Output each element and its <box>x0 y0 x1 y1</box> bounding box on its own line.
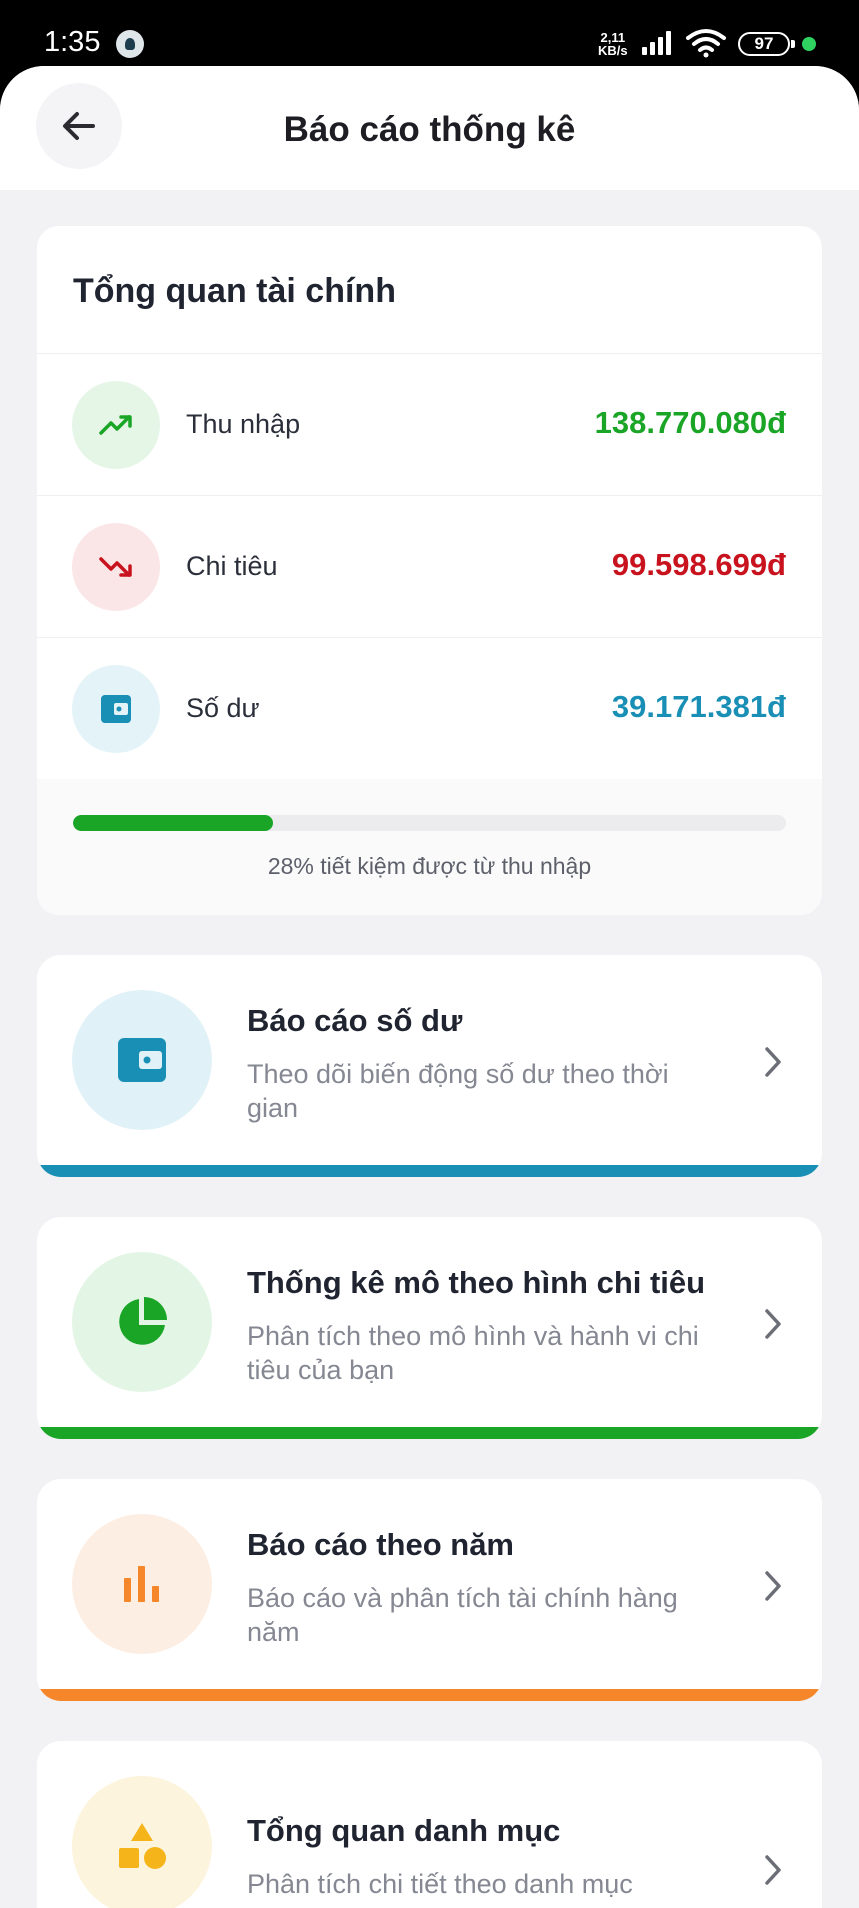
income-value: 138.770.080đ <box>594 405 786 440</box>
wifi-icon <box>686 29 726 58</box>
notification-app-icon <box>116 30 144 58</box>
report-title: Tổng quan danh mục <box>247 1813 561 1848</box>
pie-chart-icon <box>119 1297 167 1345</box>
income-icon-circle <box>72 381 160 469</box>
financial-overview-card: Tổng quan tài chính Thu nhập 138.770.080… <box>37 226 822 915</box>
report-accent-bar <box>37 1165 822 1177</box>
wallet-icon <box>101 695 131 723</box>
app-header: Báo cáo thống kê <box>0 66 859 190</box>
report-icon-circle <box>72 1776 212 1908</box>
trending-up-icon <box>99 415 132 435</box>
savings-progress-section: 28% tiết kiệm được từ thu nhập <box>37 779 822 915</box>
overview-title: Tổng quan tài chính <box>73 272 396 310</box>
report-card-spending-model[interactable]: Thống kê mô theo hình chi tiêu Phân tích… <box>37 1217 822 1439</box>
expense-value: 99.598.699đ <box>611 547 786 582</box>
balance-value: 39.171.381đ <box>611 689 786 724</box>
savings-progress-track <box>73 815 786 831</box>
bar-chart-icon <box>124 1566 159 1602</box>
report-description: Theo dõi biến động số dư theo thời gian <box>247 1059 669 1123</box>
app-screen: Báo cáo thống kê Tổng quan tài chính Thu… <box>0 66 859 1908</box>
active-indicator-dot <box>802 37 816 51</box>
battery-indicator: 97 <box>738 32 795 56</box>
signal-icon <box>642 31 671 55</box>
balance-label: Số dư <box>186 693 260 723</box>
report-title: Thống kê mô theo hình chi tiêu <box>247 1265 706 1300</box>
report-title: Báo cáo theo năm <box>247 1527 514 1562</box>
income-row: Thu nhập 138.770.080đ <box>37 353 822 495</box>
expense-icon-circle <box>72 523 160 611</box>
report-description: Phân tích chi tiết theo danh mục <box>247 1869 633 1899</box>
report-description: Phân tích theo mô hình và hành vi chi ti… <box>247 1321 699 1385</box>
chevron-right-icon <box>765 1047 781 1077</box>
report-icon-circle <box>72 1514 212 1654</box>
income-label: Thu nhập <box>186 409 301 439</box>
network-speed: 2,11 KB/s <box>598 31 628 57</box>
page-title: Báo cáo thống kê <box>283 110 576 149</box>
wallet-icon <box>118 1038 166 1082</box>
report-title: Báo cáo số dư <box>247 1003 463 1038</box>
report-icon-circle <box>72 990 212 1130</box>
savings-progress-fill <box>73 815 273 831</box>
savings-caption: 28% tiết kiệm được từ thu nhập <box>267 853 592 879</box>
category-shapes-icon <box>119 1823 166 1869</box>
network-speed-unit: KB/s <box>598 43 628 58</box>
report-description: Báo cáo và phân tích tài chính hàng năm <box>247 1583 678 1647</box>
balance-icon-circle <box>72 665 160 753</box>
trending-down-icon <box>99 557 132 577</box>
expense-row: Chi tiêu 99.598.699đ <box>37 495 822 637</box>
expense-label: Chi tiêu <box>186 551 278 581</box>
balance-row: Số dư 39.171.381đ <box>37 637 822 779</box>
report-card-balance[interactable]: Báo cáo số dư Theo dõi biến động số dư t… <box>37 955 822 1177</box>
status-bar: 1:35 2,11 KB/s 97 <box>0 0 859 70</box>
report-accent-bar <box>37 1427 822 1439</box>
report-card-categories[interactable]: Tổng quan danh mục Phân tích chi tiết th… <box>37 1741 822 1908</box>
report-card-yearly[interactable]: Báo cáo theo năm Báo cáo và phân tích tà… <box>37 1479 822 1701</box>
chevron-right-icon <box>765 1855 781 1885</box>
report-accent-bar <box>37 1689 822 1701</box>
chevron-right-icon <box>765 1571 781 1601</box>
chevron-right-icon <box>765 1309 781 1339</box>
status-time: 1:35 <box>44 26 101 58</box>
report-icon-circle <box>72 1252 212 1392</box>
